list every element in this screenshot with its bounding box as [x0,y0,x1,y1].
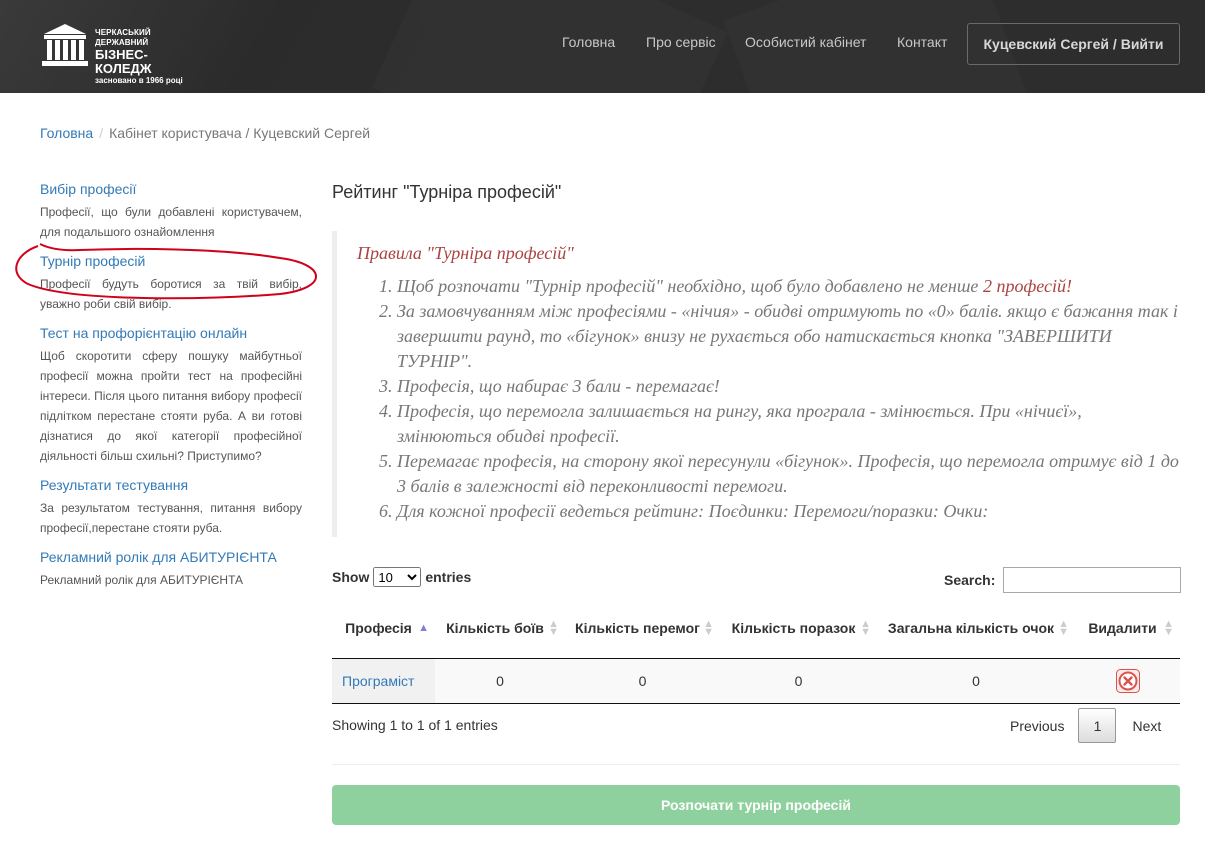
col-header-profession[interactable]: Професія ▲ [332,598,435,659]
cell-battles: 0 [435,658,565,704]
sidebar-item-test-results: Результати тестування За результатом тес… [40,477,302,538]
entries-label: entries [425,569,472,585]
sort-asc-icon: ▲ [418,621,429,634]
page-title: Рейтинг "Турніра професій" [332,182,562,202]
rule-highlight: 2 професій! [982,276,1072,296]
user-logout-button[interactable]: Куцевский Сергей / Вийти [967,23,1180,65]
table-search: Search: [944,567,1182,593]
breadcrumb-home[interactable]: Головна [40,125,93,141]
rules-title: Правила "Турніра професій" [357,243,574,263]
sidebar-link-promo-video[interactable]: Рекламний ролік для АБИТУРІЄНТА [40,549,302,566]
rule-item: Для кожної професії ведеться рейтинг: По… [397,499,1180,524]
logo-line-2: БІЗНЕС-КОЛЕДЖ [95,47,152,76]
rules-blockquote: Правила "Турніра професій" Щоб розпочати… [332,231,1180,537]
col-header-delete[interactable]: Видалити ▲ ▼ [1075,598,1180,659]
rule-item: Перемагає професія, на сторону якої пере… [397,449,1180,499]
nav-about[interactable]: Про сервіс [646,34,716,50]
ratings-table: Професія ▲ Кількість боїв ▲ ▼ Кількість пер… [332,598,1180,704]
table-info: Showing 1 to 1 of 1 entries [332,717,498,733]
cell-losses: 0 [720,658,877,704]
col-header-points[interactable]: Загальна кількість очок ▲ ▼ [877,598,1075,659]
pagination: Previous 1 Next [998,708,1161,743]
table-row: Програміст 0 0 0 0 [332,658,1180,704]
cell-profession: Програміст [332,658,435,704]
logo-line-1: ЧЕРКАСЬКИЙ ДЕРЖАВНИЙ [95,28,151,47]
sidebar-link-tournament[interactable]: Турнір професій [40,253,302,270]
sidebar-desc: Рекламний ролік для АБИТУРІЄНТА [40,573,244,587]
sidebar-item-career-test: Тест на профорієнтацію онлайн Щоб скорот… [40,325,302,466]
page-1-button[interactable]: 1 [1078,708,1117,743]
col-header-wins[interactable]: Кількість перемог ▲ ▼ [565,598,720,659]
sidebar-link-test-results[interactable]: Результати тестування [40,477,302,494]
sidebar-item-tournament: Турнір професій Професії будуть боротися… [40,253,302,314]
cell-delete [1075,658,1180,704]
rule-item: Професія, що набирає 3 бали - перемагає! [397,374,1180,399]
rules-list: Щоб розпочати "Турнір професій" необхідн… [357,274,1180,524]
rule-item: Щоб розпочати "Турнір професій" необхідн… [397,274,1180,299]
cell-points: 0 [877,658,1075,704]
sidebar: Вибір професії Професії, що були добавле… [40,181,302,601]
site-header: ЧЕРКАСЬКИЙ ДЕРЖАВНИЙ БІЗНЕС-КОЛЕДЖ засно… [0,0,1205,93]
sort-icon: ▲ ▼ [860,617,871,638]
show-label: Show [332,569,370,585]
sort-icon: ▲ ▼ [703,617,714,638]
sidebar-link-career-test[interactable]: Тест на профорієнтацію онлайн [40,325,302,342]
col-header-battles[interactable]: Кількість боїв ▲ ▼ [435,598,565,659]
sort-icon: ▲ ▼ [1058,617,1069,638]
sidebar-desc: Професії, що були добавлені користувачем… [40,205,302,239]
divider [332,764,1180,765]
breadcrumb-separator: / [99,125,104,141]
sidebar-desc: За результатом тестування, питання вибор… [40,501,302,535]
sidebar-desc: Професії будуть боротися за твій вибір, … [40,277,302,311]
nav-cabinet[interactable]: Особистий кабінет [745,34,866,50]
sidebar-item-profession-choice: Вибір професії Професії, що були добавле… [40,181,302,242]
building-logo-icon [42,24,88,66]
rule-item: За замовчуванням між професіями - «нічия… [397,299,1180,374]
logo-line-3: засновано в 1966 році [95,76,183,85]
entries-length-control: Show 10 entries [332,567,471,587]
nav-contact[interactable]: Контакт [897,34,947,50]
nav-home[interactable]: Головна [562,34,615,50]
sidebar-link-profession-choice[interactable]: Вибір професії [40,181,302,198]
sort-icon: ▲ ▼ [548,617,559,638]
cell-wins: 0 [565,658,720,704]
college-logo[interactable]: ЧЕРКАСЬКИЙ ДЕРЖАВНИЙ БІЗНЕС-КОЛЕДЖ засно… [40,22,200,85]
rule-item: Професія, що перемогла залишається на ри… [397,399,1180,449]
sidebar-item-promo-video: Рекламний ролік для АБИТУРІЄНТА Рекламни… [40,549,302,590]
breadcrumb-current: Кабінет користувача / Куцевский Сергей [109,125,371,141]
next-page-button[interactable]: Next [1116,718,1161,734]
breadcrumb: Головна / Кабінет користувача / Куцевский … [40,125,370,141]
profession-link[interactable]: Програміст [342,673,414,689]
col-header-losses[interactable]: Кількість поразок ▲ ▼ [720,598,877,659]
start-tournament-button[interactable]: Розпочати турнір професій [332,785,1180,825]
search-label: Search: [944,572,996,588]
sidebar-desc: Щоб скоротити сферу пошуку майбутньої пр… [40,349,302,463]
delete-icon[interactable] [1115,668,1140,693]
entries-length-select[interactable]: 10 [373,567,422,587]
previous-page-button[interactable]: Previous [998,718,1078,734]
sort-icon: ▲ ▼ [1163,617,1174,638]
search-input[interactable] [1003,567,1182,593]
